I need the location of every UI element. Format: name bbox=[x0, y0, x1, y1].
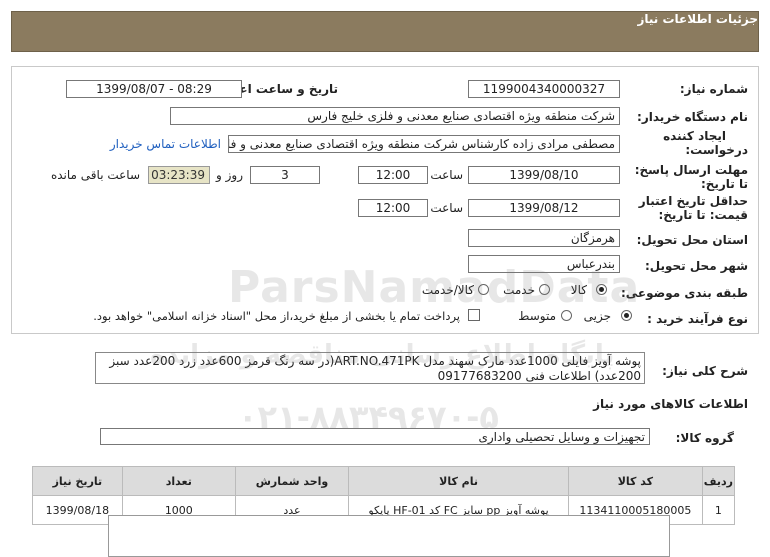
need-number-label: شماره نیاز: bbox=[679, 82, 748, 96]
validity-date-field: 1399/08/12 bbox=[468, 199, 620, 217]
col-header-row-no: ردیف bbox=[701, 466, 736, 496]
col-header-unit: واحد شمارش bbox=[234, 466, 350, 496]
goods-group-field: تجهیزات و وسایل تحصیلی واداری bbox=[100, 428, 650, 445]
province-label: استان محل تحویل: bbox=[636, 233, 748, 247]
process-radio-minor[interactable] bbox=[621, 310, 632, 321]
process-option-minor: جزیی bbox=[583, 309, 611, 323]
validity-label-line1: حداقل تاریخ اعتبار bbox=[638, 194, 748, 208]
col-header-qty: تعداد bbox=[121, 466, 236, 496]
process-radio-medium[interactable] bbox=[561, 310, 572, 321]
buyer-field: شرکت منطقه ویژه اقتصادی صنایع معدنی و فل… bbox=[170, 107, 620, 125]
category-label: طبقه بندی موضوعی: bbox=[620, 286, 748, 300]
category-radio-goods[interactable] bbox=[596, 284, 607, 295]
province-field: هرمزگان bbox=[468, 229, 620, 247]
city-field: بندرعباس bbox=[468, 255, 620, 273]
description-label: شرح کلی نیاز: bbox=[662, 364, 748, 378]
goods-group-label: گروه کالا: bbox=[675, 431, 734, 445]
process-label: نوع فرآیند خرید : bbox=[647, 312, 748, 326]
category-option-service: خدمت bbox=[503, 283, 535, 297]
need-number-field: 1199004340000327 bbox=[468, 80, 620, 98]
category-radio-goods-service[interactable] bbox=[478, 284, 489, 295]
category-option-goods-service: کالا/خدمت bbox=[421, 283, 474, 297]
contact-buyer-link[interactable]: اطلاعات تماس خریدار bbox=[110, 137, 221, 151]
goods-table-header: ردیف کد کالا نام کالا واحد شمارش تعداد ت… bbox=[32, 466, 736, 496]
days-label: روز و bbox=[216, 168, 243, 182]
validity-time-field: 12:00 bbox=[358, 199, 428, 217]
days-field: 3 bbox=[250, 166, 320, 184]
cell-row-no: 1 bbox=[701, 495, 736, 525]
category-radio-service[interactable] bbox=[539, 284, 550, 295]
col-header-date: تاریخ نیاز bbox=[32, 466, 123, 496]
col-header-code: کد کالا bbox=[568, 466, 703, 496]
announce-field: 1399/08/07 - 08:29 bbox=[66, 80, 242, 98]
col-header-name: نام کالا bbox=[348, 466, 569, 496]
treasury-payment-checkbox[interactable] bbox=[468, 309, 480, 321]
page-title: جزئیات اطلاعات نیاز bbox=[637, 12, 758, 26]
deadline-label-line2: تا تاریخ: bbox=[700, 177, 748, 191]
validity-label-line2: قیمت: تا تاریخ: bbox=[658, 208, 748, 222]
creator-field: مصطفی مرادی زاده کارشناس شرکت منطقه ویژه… bbox=[228, 135, 620, 153]
remaining-time: 03:23:39 bbox=[148, 166, 210, 184]
remaining-label: ساعت باقی مانده bbox=[50, 168, 140, 182]
deadline-time-field: 12:00 bbox=[358, 166, 428, 184]
category-option-goods: کالا bbox=[570, 283, 587, 297]
creator-label-line2: درخواست: bbox=[685, 143, 748, 157]
goods-section-title: اطلاعات کالاهای مورد نیاز bbox=[593, 397, 748, 411]
deadline-label-line1: مهلت ارسال پاسخ: bbox=[634, 163, 748, 177]
validity-time-label: ساعت bbox=[430, 201, 463, 215]
description-field: پوشه آویز فایلی 1000عدد مارک سهند مدل AR… bbox=[95, 352, 645, 384]
city-label: شهر محل تحویل: bbox=[644, 259, 748, 273]
attachments-box bbox=[108, 515, 670, 557]
deadline-time-label: ساعت bbox=[430, 168, 463, 182]
process-option-medium: متوسط bbox=[518, 309, 556, 323]
deadline-date-field: 1399/08/10 bbox=[468, 166, 620, 184]
treasury-payment-note: پرداخت تمام یا بخشی از مبلغ خرید،از محل … bbox=[93, 309, 460, 323]
buyer-label: نام دستگاه خریدار: bbox=[637, 110, 748, 124]
creator-label-line1: ایجاد کننده bbox=[663, 129, 726, 143]
